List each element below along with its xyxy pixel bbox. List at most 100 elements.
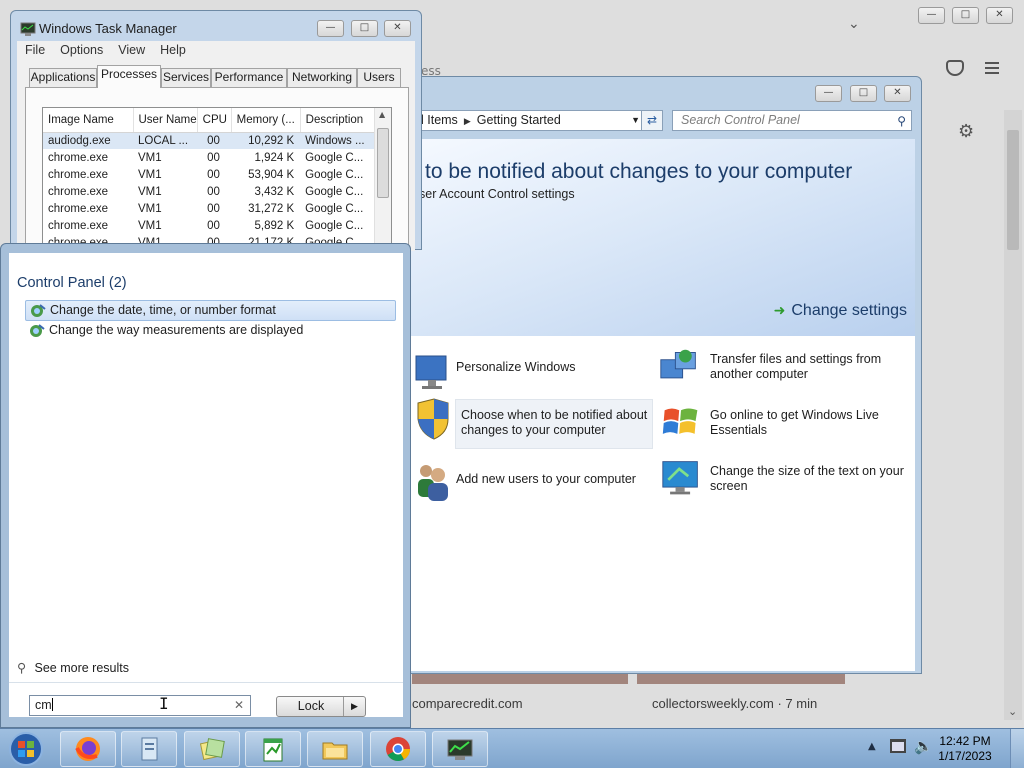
scrollbar-thumb[interactable] [1007,130,1019,250]
hamburger-menu-icon[interactable] [985,62,999,74]
network-icon[interactable] [890,739,906,753]
ibeam-cursor-icon: I [159,694,169,713]
task-text-size[interactable]: Change the size of the text on your scre… [710,464,905,494]
search-input[interactable]: Search Control Panel ⚲ [672,110,912,131]
control-panel-item-icon [31,304,46,317]
cp-close-button[interactable]: ✕ [884,85,911,102]
breadcrumb-item[interactable]: Getting Started [477,113,561,127]
browser-minimize-button[interactable]: — [918,7,945,24]
column-header[interactable]: Memory (... [231,108,301,133]
text-caret [51,698,53,711]
taskbar-chrome-button[interactable] [370,731,426,767]
menu-view[interactable]: View [110,41,152,57]
card-caption[interactable]: collectorsweekly.com · 7 min [652,696,817,711]
task-manager-body: Image Name User Name CPU Memory (... Des… [17,61,415,252]
search-result-item[interactable]: Change the date, time, or number format [25,300,396,321]
taskbar-firefox-button[interactable] [60,731,116,767]
lock-label: Lock [297,699,325,713]
chrome-icon [386,737,410,762]
search-result-item[interactable]: Change the way measurements are displaye… [25,321,396,342]
control-panel-window: — □ ✕ l Items ▶ Getting Started ▼ ⇄ Search… [405,76,922,674]
display-icon [662,461,698,495]
start-button-windows-icon[interactable] [6,731,46,767]
task-transfer-files[interactable]: Transfer files and settings from another… [710,352,900,382]
tab-processes[interactable]: Processes [97,65,161,88]
search-results-pane: Control Panel (2) Change the date, time,… [9,253,403,717]
table-row[interactable]: chrome.exe VM1 00 5,892 K Google C... [43,217,376,234]
table-row[interactable]: audiodg.exe LOCAL ... 00 10,292 K Windows ..… [43,132,377,149]
address-bar[interactable]: l Items ▶ Getting Started ▼ [412,110,645,131]
change-settings-link[interactable]: ➜ Change settings [774,302,907,320]
gear-icon[interactable]: ⚙ [958,121,974,142]
column-header[interactable]: Image Name [43,108,134,133]
scroll-up-icon[interactable]: ▲ [379,110,385,119]
start-menu: Control Panel (2) Change the date, time,… [0,243,411,728]
task-uac-notify[interactable]: Choose when to be notified about changes… [455,399,653,449]
column-header[interactable]: CPU [197,108,232,133]
table-row[interactable]: chrome.exe VM1 00 31,272 K Google C... [43,200,376,217]
explorer-folder-icon [322,742,348,760]
process-scrollbar[interactable]: ▲ [374,108,391,251]
breadcrumb-arrow-icon[interactable]: ▶ [464,116,471,126]
uac-banner: to be notified about changes to your com… [411,139,915,336]
browser-close-button[interactable]: ✕ [986,7,1013,24]
clear-search-icon[interactable]: ✕ [234,696,244,715]
tray-expand-icon[interactable]: ▲ [868,741,876,752]
address-dropdown-icon[interactable]: ▼ [631,111,640,130]
refresh-button[interactable]: ⇄ [641,110,663,131]
table-row[interactable]: chrome.exe VM1 00 53,904 K Google C... [43,166,376,183]
table-row[interactable]: chrome.exe VM1 00 1,924 K Google C... [43,149,376,166]
table-row[interactable]: chrome.exe VM1 00 3,432 K Google C... [43,183,376,200]
cp-maximize-button[interactable]: □ [850,85,877,102]
task-add-users[interactable]: Add new users to your computer [456,472,646,487]
taskbar-notepad-button[interactable] [245,731,301,767]
tab-applications[interactable]: Applications [29,68,97,87]
transfer-icon [660,349,696,379]
results-heading[interactable]: Control Panel (2) [17,275,127,291]
cp-minimize-button[interactable]: — [815,85,842,102]
lock-button[interactable]: Lock ▶ [276,696,366,717]
task-personalize[interactable]: Personalize Windows [456,360,646,375]
browser-scrollbar[interactable]: ⌄ [1004,110,1022,720]
lock-options-arrow-icon[interactable]: ▶ [343,697,365,716]
tab-services[interactable]: Services [161,68,211,87]
task-manager-icon [447,739,473,760]
tm-maximize-button[interactable]: □ [351,20,378,37]
taskbar-clock[interactable]: 12:42 PM 1/17/2023 [930,734,1000,764]
start-search-input[interactable]: cm ✕ [29,695,251,716]
column-header[interactable]: User Name [133,108,198,133]
task-windows-live[interactable]: Go online to get Windows Live Essentials [710,408,900,438]
banner-title: to be notified about changes to your com… [425,160,853,183]
taskbar-document-button[interactable] [121,731,177,767]
tab-performance[interactable]: Performance [211,68,287,87]
browser-maximize-button[interactable]: □ [952,7,979,24]
sticky-notes-icon [199,738,225,761]
tm-close-button[interactable]: ✕ [384,20,411,37]
pocket-icon[interactable] [946,60,964,76]
taskbar-task-manager-button[interactable] [432,731,488,767]
firefox-icon [75,737,100,761]
menu-options[interactable]: Options [52,41,110,57]
windows-live-icon [662,408,698,434]
scrollbar-thumb[interactable] [377,128,389,198]
chevron-down-icon[interactable]: ⌄ [848,16,860,32]
tab-networking[interactable]: Networking [287,68,357,87]
menu-help[interactable]: Help [152,41,193,57]
banner-subtitle: ser Account Control settings [419,187,575,201]
taskbar-sticky-notes-button[interactable] [184,731,240,767]
taskbar-explorer-button[interactable] [307,731,363,767]
see-more-results-link[interactable]: ⚲ See more results [17,660,129,675]
search-icon[interactable]: ⚲ [897,112,906,131]
breadcrumb-item[interactable]: l Items [421,113,458,127]
tab-users[interactable]: Users [357,68,401,87]
document-icon [141,737,158,761]
tm-minimize-button[interactable]: — [317,20,344,37]
uac-shield-icon [417,398,449,440]
column-header[interactable]: Description [300,108,377,133]
show-desktop-button[interactable] [1010,729,1024,768]
search-value: cm [35,698,52,712]
menu-file[interactable]: File [17,41,52,57]
scroll-down-icon[interactable]: ⌄ [1008,705,1017,718]
search-placeholder: Search Control Panel [681,113,800,127]
card-caption[interactable]: comparecredit.com [412,696,523,711]
